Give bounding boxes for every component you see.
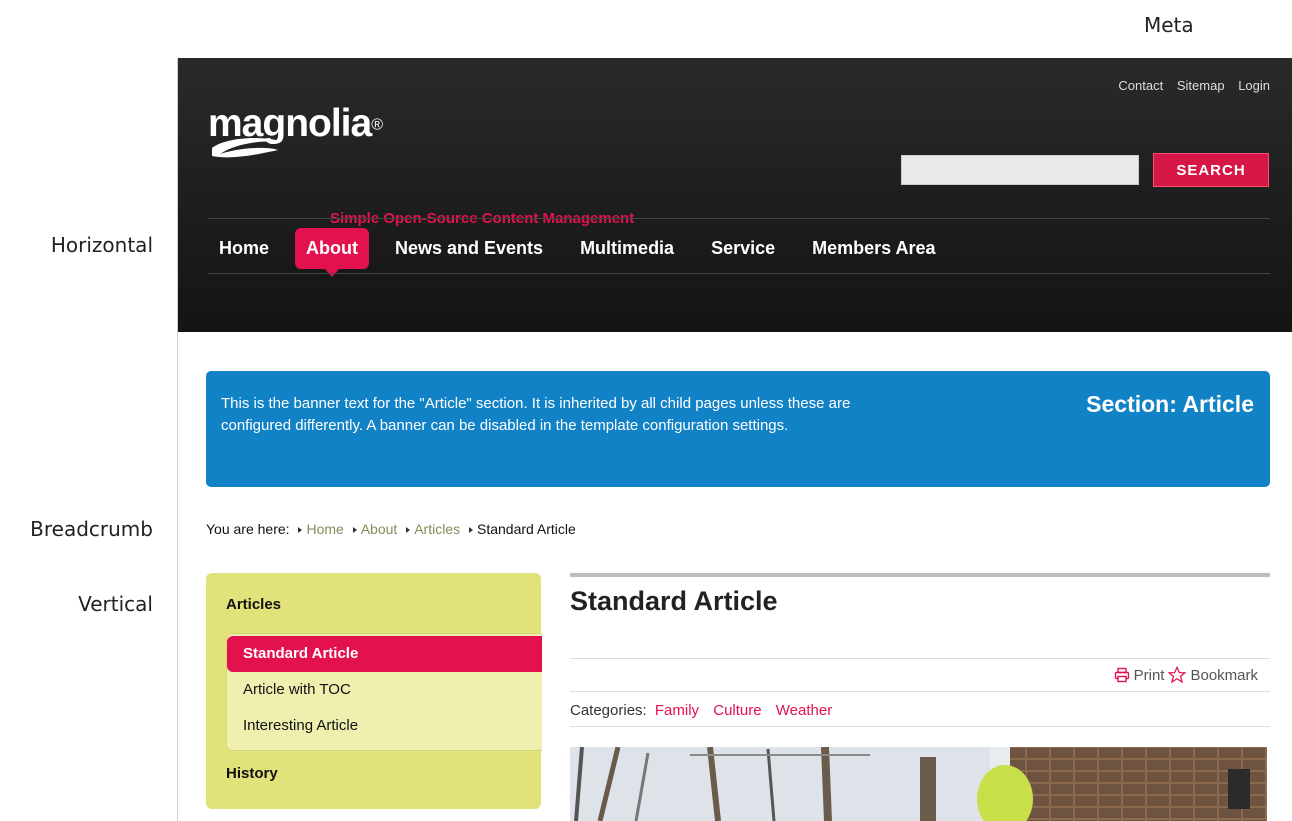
breadcrumb-link-about[interactable]: About — [361, 521, 398, 537]
print-link[interactable]: Print — [1134, 667, 1165, 684]
article-tools: Print Bookmark — [1114, 666, 1262, 684]
article-photo — [570, 747, 1267, 821]
article-divider — [570, 658, 1270, 659]
article-image — [570, 747, 1267, 821]
annotation-horizontal: Horizontal — [50, 233, 153, 257]
nav-item-members-area[interactable]: Members Area — [801, 228, 946, 269]
print-icon — [1114, 667, 1129, 683]
search-input[interactable] — [901, 155, 1139, 185]
categories-label: Categories: — [570, 702, 647, 719]
annotation-vertical: Vertical — [78, 592, 153, 616]
vertical-nav: Articles Standard Article Article with T… — [206, 573, 542, 809]
annotation-breadcrumb: Breadcrumb — [30, 517, 153, 541]
category-link-weather[interactable]: Weather — [776, 702, 832, 719]
bookmark-star-icon — [1168, 666, 1187, 684]
nav-item-home[interactable]: Home — [208, 228, 280, 269]
breadcrumb-current: Standard Article — [476, 521, 576, 537]
logo-registered-mark: ® — [371, 116, 383, 134]
horizontal-nav: Home About News and Events Multimedia Se… — [208, 223, 962, 277]
banner-text: This is the banner text for the "Article… — [221, 395, 851, 434]
banner-section-title: Section: Article — [1086, 391, 1254, 417]
meta-link-sitemap[interactable]: Sitemap — [1177, 78, 1225, 93]
vnav-item-standard-article[interactable]: Standard Article — [227, 636, 542, 672]
breadcrumb-arrow-icon — [468, 527, 473, 533]
tools-divider — [570, 691, 1270, 692]
vnav-submenu: Standard Article Article with TOC Intere… — [226, 633, 542, 751]
vnav-item-article-with-toc[interactable]: Article with TOC — [227, 672, 542, 708]
article-categories: Categories: Family Culture Weather — [570, 702, 838, 719]
meta-link-login[interactable]: Login — [1238, 78, 1270, 93]
nav-item-news-and-events[interactable]: News and Events — [384, 228, 554, 269]
search-button[interactable]: SEARCH — [1153, 153, 1269, 187]
breadcrumb: You are here: Home About Articles Standa… — [206, 521, 576, 537]
category-link-culture[interactable]: Culture — [713, 702, 761, 719]
site-header: magnolia® Simple Open-Source Content Man… — [178, 58, 1292, 332]
breadcrumb-arrow-icon — [298, 527, 303, 533]
meta-nav: Contact Sitemap Login — [1108, 78, 1270, 93]
vnav-heading-articles[interactable]: Articles — [226, 596, 281, 613]
article-title: Standard Article — [570, 586, 778, 616]
magnolia-logo[interactable]: magnolia® — [208, 102, 383, 158]
vnav-item-interesting-article[interactable]: Interesting Article — [227, 708, 542, 744]
nav-item-multimedia[interactable]: Multimedia — [569, 228, 685, 269]
breadcrumb-link-articles[interactable]: Articles — [414, 521, 460, 537]
vnav-heading-history[interactable]: History — [226, 765, 278, 782]
categories-divider — [570, 726, 1270, 727]
section-banner: This is the banner text for the "Article… — [206, 371, 1270, 487]
category-link-family[interactable]: Family — [655, 702, 699, 719]
logo-swoosh-icon — [212, 138, 282, 158]
annotation-meta: Meta — [1144, 13, 1194, 37]
breadcrumb-arrow-icon — [352, 527, 357, 533]
meta-link-contact[interactable]: Contact — [1118, 78, 1163, 93]
nav-item-service[interactable]: Service — [700, 228, 786, 269]
breadcrumb-arrow-icon — [406, 527, 411, 533]
nav-item-about[interactable]: About — [295, 227, 369, 277]
breadcrumb-prefix: You are here: — [206, 521, 290, 537]
breadcrumb-link-home[interactable]: Home — [306, 521, 343, 537]
nav-divider-top — [208, 218, 1270, 219]
nav-divider-bottom — [208, 273, 1270, 274]
article-top-rule — [570, 573, 1270, 577]
bookmark-link[interactable]: Bookmark — [1190, 667, 1258, 684]
